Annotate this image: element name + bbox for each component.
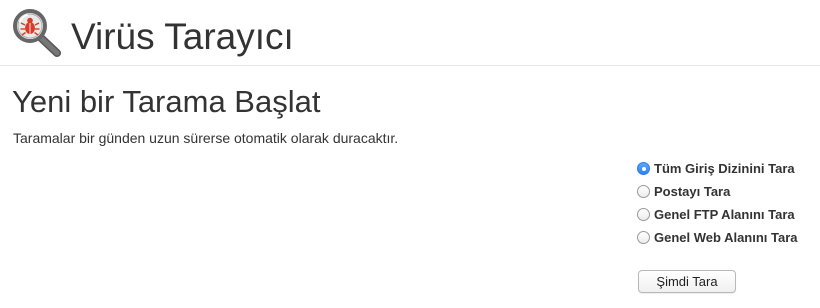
page-header: Virüs Tarayıcı	[0, 0, 820, 66]
option-home-directory[interactable]: Tüm Giriş Dizinini Tara	[637, 157, 817, 180]
option-label: Genel FTP Alanını Tara	[654, 207, 795, 222]
option-label: Tüm Giriş Dizinini Tara	[654, 161, 795, 176]
option-public-ftp[interactable]: Genel FTP Alanını Tara	[637, 203, 817, 226]
radio-mail[interactable]	[637, 185, 650, 198]
virus-scanner-magnifier-icon	[10, 7, 66, 59]
page-title: Virüs Tarayıcı	[71, 16, 294, 57]
scan-now-button[interactable]: Şimdi Tara	[638, 270, 736, 293]
option-label: Genel Web Alanını Tara	[654, 230, 798, 245]
section-title: Yeni bir Tarama Başlat	[12, 84, 321, 119]
radio-home-directory[interactable]	[637, 162, 650, 175]
scan-options: Tüm Giriş Dizinini Tara Postayı Tara Gen…	[637, 157, 817, 249]
radio-public-ftp[interactable]	[637, 208, 650, 221]
option-public-web[interactable]: Genel Web Alanını Tara	[637, 226, 817, 249]
option-label: Postayı Tara	[654, 184, 731, 199]
option-mail[interactable]: Postayı Tara	[637, 180, 817, 203]
scan-description: Taramalar bir günden uzun sürerse otomat…	[13, 130, 399, 146]
radio-public-web[interactable]	[637, 231, 650, 244]
